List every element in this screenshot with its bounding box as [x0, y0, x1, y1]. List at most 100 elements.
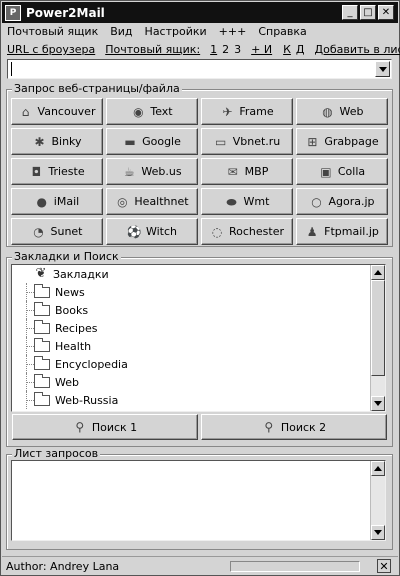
menu-view[interactable]: Вид — [110, 25, 132, 41]
tree-folder-list: News Books Recipes Health Encyclopedia Web Web… — [12, 283, 385, 409]
web-button-google[interactable]: ▬ Google — [106, 128, 198, 155]
bookmarks-tree[interactable]: ❦ Закладки News Books Recipes Health Encyclo… — [11, 264, 386, 412]
circle-icon: ○ — [311, 194, 322, 209]
mailbox-label[interactable]: Почтовый ящик: — [105, 43, 200, 57]
tree-folder-item[interactable]: Web — [12, 373, 385, 391]
search-2-button[interactable]: ⚲ Поиск 2 — [201, 414, 387, 440]
paper-plane-icon: ✈ — [222, 104, 233, 119]
progress-bar — [230, 561, 360, 572]
web-button-label: MBP — [244, 165, 269, 178]
web-button-sunet[interactable]: ◔ Sunet — [11, 218, 103, 245]
menu-mailbox[interactable]: Почтовый ящик — [7, 25, 98, 41]
tree-vertical-scrollbar[interactable] — [370, 265, 385, 411]
web-button-frame[interactable]: ✈ Frame — [201, 98, 293, 125]
web-button-label: Grabpage — [324, 135, 379, 148]
web-button-text[interactable]: ◉ Text — [106, 98, 198, 125]
mailbox-1-link[interactable]: 1 — [210, 43, 217, 57]
chevron-up-icon — [374, 466, 382, 471]
url-combobox[interactable] — [7, 59, 392, 79]
url-dropdown-button[interactable] — [375, 61, 390, 77]
web-button-label: Trieste — [48, 165, 85, 178]
web-button-label: Frame — [239, 105, 274, 118]
tree-folder-item[interactable]: Health — [12, 337, 385, 355]
tree-root-item[interactable]: ❦ Закладки — [12, 265, 385, 283]
close-icon[interactable]: ✕ — [377, 559, 391, 573]
scroll-up-button[interactable] — [371, 461, 385, 476]
tree-folder-item[interactable]: News — [12, 283, 385, 301]
tree-folder-label: Books — [55, 303, 89, 317]
request-list[interactable] — [11, 460, 386, 541]
maximize-button[interactable]: □ — [360, 5, 376, 20]
web-button-wmt[interactable]: ⬬ Wmt — [201, 188, 293, 215]
add-to-list-link[interactable]: Добавить в лист — [315, 43, 400, 57]
text-cursor — [11, 62, 12, 76]
mailbox-2-link[interactable]: 2 — [222, 43, 229, 57]
mailbox-3-link[interactable]: 3 — [234, 43, 241, 57]
scroll-thumb[interactable] — [371, 280, 385, 376]
web-button-binky[interactable]: ✱ Binky — [11, 128, 103, 155]
tree-folder-item[interactable]: Recipes — [12, 319, 385, 337]
tree-folder-label: Recipes — [55, 321, 98, 335]
web-button-label: Colla — [337, 165, 366, 178]
request-list-scrollbar[interactable] — [370, 461, 385, 540]
magnifier-icon: ⚲ — [75, 420, 85, 434]
house-icon: ⌂ — [21, 104, 30, 119]
menu-settings[interactable]: Настройки — [145, 25, 207, 41]
tree-folder-label: Web-Russia — [55, 393, 119, 407]
cd-icon: ◌ — [211, 224, 223, 239]
web-button-label: Web.us — [141, 165, 182, 178]
web-button-label: Vbnet.ru — [232, 135, 281, 148]
chevron-down-icon — [378, 66, 387, 72]
search-1-label: Поиск 1 — [91, 420, 138, 434]
eye-icon: ◉ — [133, 104, 144, 119]
rugby-ball-icon: ⬬ — [226, 194, 237, 209]
ball-icon: ● — [36, 194, 48, 209]
web-button-web[interactable]: ◍ Web — [296, 98, 388, 125]
web-button-grabpage[interactable]: ⊞ Grabpage — [296, 128, 388, 155]
folder-icon — [34, 355, 50, 370]
penguin-icon: ♟ — [306, 224, 318, 239]
web-button-rochester[interactable]: ◌ Rochester — [201, 218, 293, 245]
scroll-down-button[interactable] — [371, 396, 385, 411]
plus-i-link[interactable]: + И — [251, 43, 272, 57]
web-button-healthnet[interactable]: ◎ Healthnet — [106, 188, 198, 215]
web-button-vbnet-ru[interactable]: ▭ Vbnet.ru — [201, 128, 293, 155]
web-button-agora-jp[interactable]: ○ Agora.jp — [296, 188, 388, 215]
chevron-up-icon — [374, 270, 382, 275]
scroll-down-button[interactable] — [371, 525, 385, 540]
quick-links-bar: URL с броузера Почтовый ящик: 1 2 3 + И … — [7, 43, 400, 57]
menu-extra[interactable]: +++ — [219, 25, 247, 41]
web-button-vancouver[interactable]: ⌂ Vancouver — [11, 98, 103, 125]
k-link[interactable]: К — [283, 43, 291, 57]
minimize-button[interactable]: _ — [342, 5, 358, 20]
cup-icon: ☕ — [124, 164, 135, 179]
globe-icon: ◎ — [117, 194, 128, 209]
bookmarks-group-title: Закладки и Поиск — [12, 250, 121, 263]
tree-root-label: Закладки — [53, 267, 109, 281]
web-button-mbp[interactable]: ✉ MBP — [201, 158, 293, 185]
menu-help[interactable]: Справка — [258, 25, 306, 41]
web-button-trieste[interactable]: ◘ Trieste — [11, 158, 103, 185]
tree-folder-item[interactable]: Books — [12, 301, 385, 319]
app-icon[interactable]: P — [5, 4, 21, 21]
web-button-witch[interactable]: ⚽ Witch — [106, 218, 198, 245]
folder-icon — [34, 319, 50, 334]
web-button-imail[interactable]: ● iMail — [11, 188, 103, 215]
web-button-web-us[interactable]: ☕ Web.us — [106, 158, 198, 185]
web-button-ftpmail-jp[interactable]: ♟ Ftpmail.jp — [296, 218, 388, 245]
title-bar[interactable]: P Power2Mail _ □ ✕ — [2, 2, 398, 23]
close-button[interactable]: ✕ — [378, 5, 394, 20]
tree-folder-item[interactable]: Encyclopedia — [12, 355, 385, 373]
url-from-browser-link[interactable]: URL с броузера — [7, 43, 95, 57]
web-button-colla[interactable]: ▣ Colla — [296, 158, 388, 185]
chevron-down-icon — [374, 530, 382, 535]
search-1-button[interactable]: ⚲ Поиск 1 — [12, 414, 198, 440]
tree-folder-label: News — [55, 285, 85, 299]
web-button-label: Text — [150, 105, 173, 118]
gear-icon: ✱ — [34, 134, 45, 149]
menu-bar: Почтовый ящик Вид Настройки +++ Справка — [7, 25, 319, 41]
d-link[interactable]: Д — [296, 43, 305, 57]
tree-folder-item[interactable]: Web-Russia — [12, 391, 385, 409]
app-window: P Power2Mail _ □ ✕ Почтовый ящик Вид Нас… — [0, 0, 400, 576]
scroll-up-button[interactable] — [371, 265, 385, 280]
